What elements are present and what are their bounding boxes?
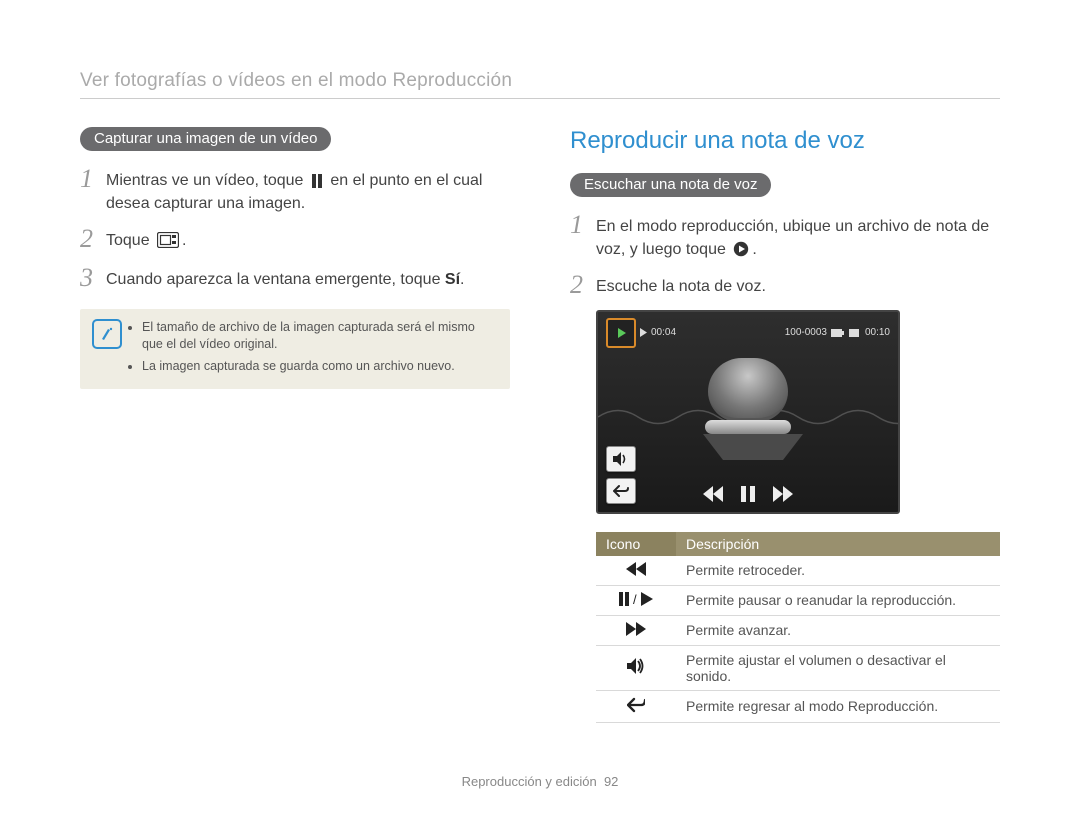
step-2: 2 Escuche la nota de voz.: [570, 271, 1000, 300]
pause-icon: [311, 174, 323, 188]
table-row: / Permite pausar o reanudar la reproducc…: [596, 585, 1000, 615]
volume-icon: [627, 658, 645, 674]
table-desc: Permite pausar o reanudar la reproducció…: [676, 585, 1000, 615]
back-icon: [627, 697, 645, 713]
time-total: 00:10: [865, 327, 890, 338]
table-row: Permite retroceder.: [596, 556, 1000, 586]
forward-button[interactable]: [773, 486, 793, 502]
volume-button[interactable]: [606, 446, 636, 472]
step-3: 3 Cuando aparezca la ventana emergente, …: [80, 264, 510, 293]
table-header-desc: Descripción: [676, 532, 1000, 556]
left-column: Capturar una imagen de un vídeo 1 Mientr…: [80, 127, 510, 723]
card-icon: [849, 329, 859, 337]
table-row: Permite regresar al modo Reproducción.: [596, 690, 1000, 722]
table-desc: Permite retroceder.: [676, 556, 1000, 586]
table-desc: Permite regresar al modo Reproducción.: [676, 690, 1000, 722]
icon-description-table: Icono Descripción Permite retroceder. /: [596, 532, 1000, 723]
table-header-icon: Icono: [596, 532, 676, 556]
section-pill-listen: Escuchar una nota de voz: [570, 173, 771, 197]
table-desc: Permite avanzar.: [676, 615, 1000, 645]
step-number: 2: [80, 225, 106, 254]
breadcrumb: Ver fotografías o vídeos en el modo Repr…: [80, 70, 1000, 92]
section-title: Reproducir una nota de voz: [570, 127, 1000, 155]
step-number: 1: [570, 211, 596, 240]
note-item: La imagen capturada se guarda como un ar…: [142, 358, 498, 376]
note-icon: [92, 319, 122, 349]
back-button[interactable]: [606, 478, 636, 504]
rewind-icon: [626, 562, 646, 576]
note-item: El tamaño de archivo de la imagen captur…: [142, 319, 498, 354]
step-text: En el modo reproducción, ubique un archi…: [596, 211, 1000, 261]
file-index: 100-0003: [785, 327, 827, 338]
forward-icon: [626, 622, 646, 636]
time-elapsed: 00:04: [651, 327, 676, 338]
table-row: Permite ajustar el volumen o desactivar …: [596, 645, 1000, 690]
capture-frame-icon: [157, 232, 179, 248]
play-circle-icon: [733, 241, 749, 257]
table-desc: Permite ajustar el volumen o desactivar …: [676, 645, 1000, 690]
step-2: 2 Toque .: [80, 225, 510, 254]
step-1: 1 En el modo reproducción, ubique un arc…: [570, 211, 1000, 261]
microphone-graphic: [703, 358, 793, 458]
thumb-play-icon: [606, 318, 636, 348]
svg-text:/: /: [633, 592, 637, 606]
page-footer: Reproducción y edición 92: [0, 774, 1080, 789]
step-number: 3: [80, 264, 106, 293]
step-1: 1 Mientras ve un vídeo, toque en el punt…: [80, 165, 510, 215]
right-column: Reproducir una nota de voz Escuchar una …: [570, 127, 1000, 723]
page: Ver fotografías o vídeos en el modo Repr…: [0, 0, 1080, 815]
step-number: 1: [80, 165, 106, 194]
section-pill-capture: Capturar una imagen de un vídeo: [80, 127, 331, 151]
step-text: Cuando aparezca la ventana emergente, to…: [106, 264, 510, 291]
step-text: Toque .: [106, 225, 510, 252]
step-text: Mientras ve un vídeo, toque en el punto …: [106, 165, 510, 215]
note-list: El tamaño de archivo de la imagen captur…: [128, 319, 498, 380]
step-number: 2: [570, 271, 596, 300]
play-marker-icon: [640, 328, 647, 337]
pause-play-icon: /: [619, 592, 653, 606]
table-row: Permite avanzar.: [596, 615, 1000, 645]
pause-button[interactable]: [741, 486, 755, 502]
step-text: Escuche la nota de voz.: [596, 271, 1000, 298]
note-box: El tamaño de archivo de la imagen captur…: [80, 309, 510, 390]
battery-icon: [831, 329, 845, 337]
voice-memo-screenshot: 00:04 100-0003 00:10: [596, 310, 900, 514]
divider: [80, 98, 1000, 99]
rewind-button[interactable]: [703, 486, 723, 502]
